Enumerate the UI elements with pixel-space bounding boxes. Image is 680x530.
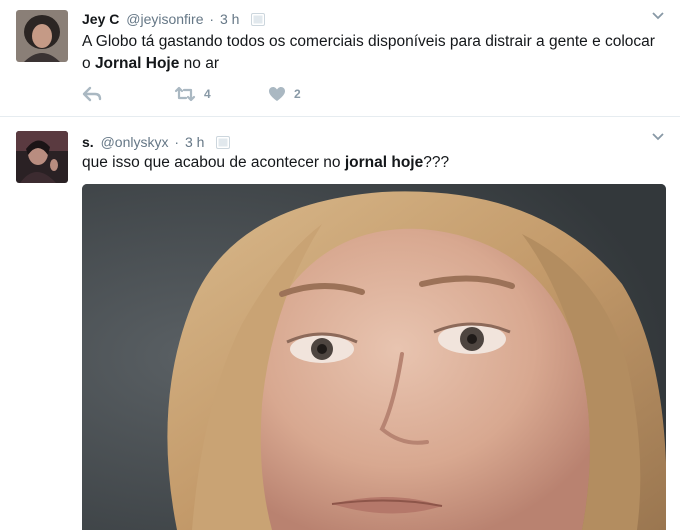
text-segment: que isso que acabou de acontecer no (82, 154, 345, 171)
image-badge-icon (216, 135, 231, 153)
separator-dot: · (174, 134, 180, 150)
separator-dot: · (209, 11, 215, 27)
avatar[interactable] (16, 10, 68, 62)
reply-button[interactable] (82, 84, 102, 104)
tweet-header: s. @onlyskyx · 3 h (82, 133, 231, 153)
retweet-count: 4 (204, 87, 211, 101)
tweet: Jey C @jeyisonfire · 3 h A Globo tá gast… (0, 0, 680, 117)
reply-icon (82, 86, 102, 102)
like-button[interactable]: 2 (268, 84, 301, 104)
caret-down-icon[interactable] (652, 12, 664, 20)
tweet: s. @onlyskyx · 3 h que isso que acabou d… (0, 117, 680, 530)
like-count: 2 (294, 87, 301, 101)
display-name[interactable]: Jey C (82, 11, 119, 27)
tweet-media-image[interactable] (82, 184, 666, 530)
tweet-text: que isso que acabou de acontecer no jorn… (82, 152, 667, 174)
text-segment: ??? (423, 154, 450, 171)
retweet-button[interactable]: 4 (174, 84, 211, 104)
like-icon (269, 87, 285, 101)
avatar[interactable] (16, 131, 68, 183)
image-badge-icon (251, 12, 266, 30)
text-segment: no ar (179, 55, 219, 72)
display-name[interactable]: s. (82, 134, 94, 150)
text-highlight: jornal hoje (344, 154, 424, 171)
caret-down-icon[interactable] (652, 133, 664, 141)
text-highlight: Jornal Hoje (94, 55, 180, 72)
tweet-text: A Globo tá gastando todos os comerciais … (82, 31, 667, 75)
username[interactable]: @onlyskyx (101, 134, 169, 150)
retweet-icon (174, 86, 196, 102)
username[interactable]: @jeyisonfire (126, 11, 203, 27)
tweet-header: Jey C @jeyisonfire · 3 h (82, 10, 266, 30)
timestamp[interactable]: 3 h (185, 134, 204, 150)
timestamp[interactable]: 3 h (220, 11, 239, 27)
